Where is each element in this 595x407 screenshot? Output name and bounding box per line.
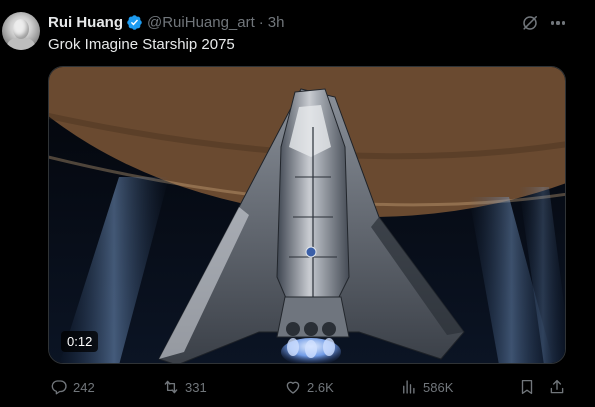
reply-button[interactable]: 242: [50, 377, 95, 397]
tweet-text: Grok Imagine Starship 2075: [48, 36, 235, 53]
share-button[interactable]: [548, 377, 566, 397]
video-duration: 0:12: [61, 331, 99, 352]
like-count: 2.6K: [307, 379, 334, 395]
avatar[interactable]: [2, 12, 40, 50]
repost-count: 331: [185, 379, 207, 395]
more-icon[interactable]: [548, 13, 568, 33]
avatar-face: [13, 19, 29, 39]
heart-icon: [286, 381, 300, 394]
verified-badge-icon: [127, 14, 142, 30]
author-name[interactable]: Rui Huang: [48, 14, 123, 31]
action-bar: 242 331 2.6K 586K: [48, 377, 568, 397]
author-handle[interactable]: @RuiHuang_art: [147, 14, 255, 31]
bookmark-button[interactable]: [518, 377, 536, 397]
views-icon: [403, 380, 415, 394]
repost-button[interactable]: 331: [162, 377, 207, 397]
video-thumbnail: [49, 67, 565, 363]
views-button[interactable]: 586K: [400, 377, 453, 397]
repost-icon: [164, 380, 178, 394]
bookmark-icon: [521, 379, 533, 395]
share-icon: [550, 379, 564, 394]
tweet-header: Rui Huang @RuiHuang_art · 3h: [48, 12, 284, 32]
separator-dot: ·: [258, 13, 264, 31]
tweet-time[interactable]: 3h: [268, 14, 285, 31]
reply-icon: [51, 380, 67, 395]
views-count: 586K: [423, 379, 454, 395]
video-player[interactable]: 0:12: [48, 66, 566, 364]
reply-count: 242: [73, 379, 95, 395]
grok-icon[interactable]: [520, 13, 540, 33]
like-button[interactable]: 2.6K: [284, 377, 334, 397]
